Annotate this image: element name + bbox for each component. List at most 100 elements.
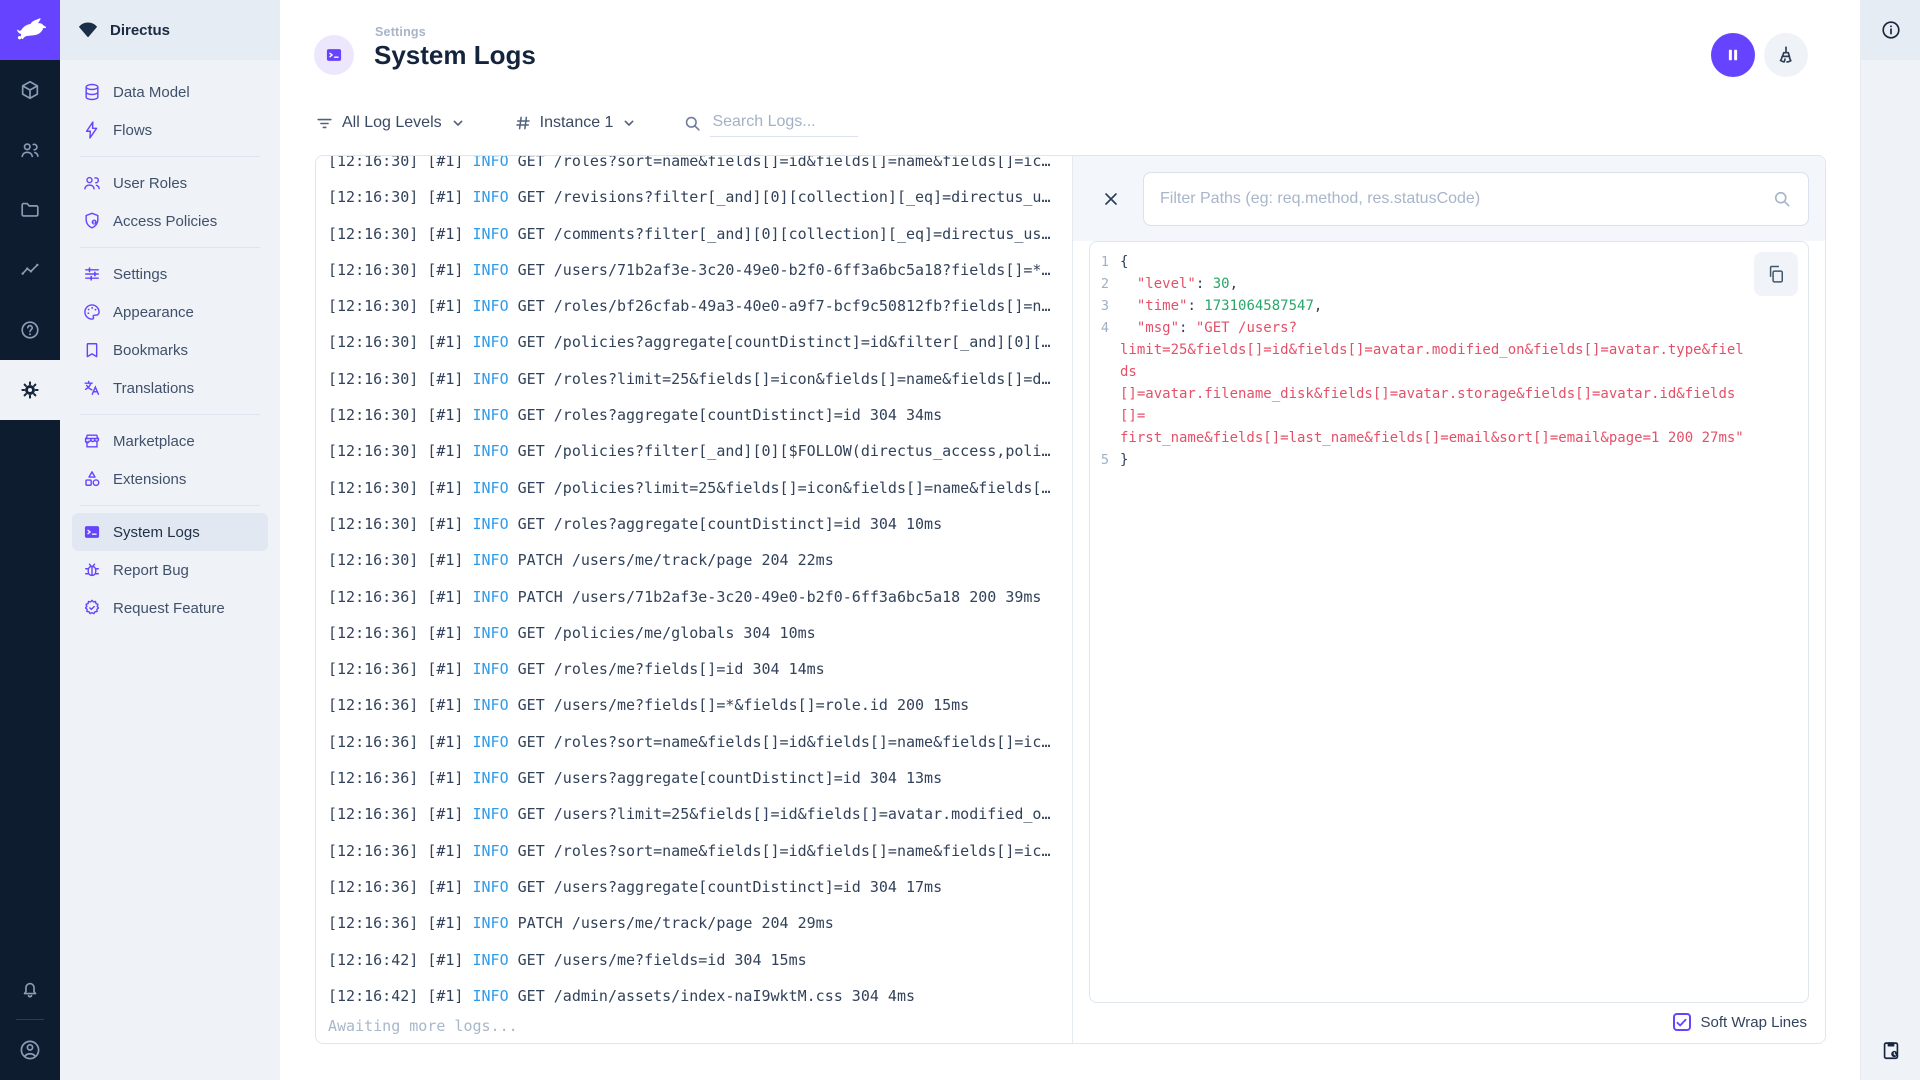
log-row[interactable]: [12:16:36] [#1] INFO GET /users?limit=25… [328, 796, 1072, 832]
log-row[interactable]: [12:16:36] [#1] INFO PATCH /users/me/tra… [328, 905, 1072, 941]
log-row[interactable]: [12:16:36] [#1] INFO GET /roles?sort=nam… [328, 724, 1072, 760]
module-help[interactable] [0, 300, 60, 360]
database-icon [82, 82, 102, 102]
log-row[interactable]: [12:16:30] [#1] INFO GET /comments?filte… [328, 216, 1072, 252]
log-row[interactable]: [12:16:30] [#1] INFO GET /users/71b2af3e… [328, 252, 1072, 288]
sidebar-item-flows[interactable]: Flows [72, 111, 268, 149]
detail-toolbar [1073, 156, 1825, 241]
sidebar-divider [80, 156, 260, 157]
log-row[interactable]: [12:16:30] [#1] INFO GET /policies?filte… [328, 433, 1072, 469]
log-search [683, 109, 859, 137]
log-row[interactable]: [12:16:42] [#1] INFO GET /users/me?field… [328, 942, 1072, 978]
filter-paths-input[interactable] [1160, 189, 1762, 208]
sidebar-item-label: User Roles [113, 174, 188, 192]
info-sidebar-button[interactable] [1861, 0, 1920, 60]
log-level-badge: INFO [472, 986, 509, 1005]
breadcrumb[interactable]: Settings [375, 25, 426, 39]
soft-wrap-toggle[interactable]: Soft Wrap Lines [1672, 1009, 1807, 1035]
log-message: GET /roles?aggregate[countDistinct]=id 3… [508, 514, 943, 533]
log-row[interactable]: [12:16:36] [#1] INFO GET /roles?sort=nam… [328, 833, 1072, 869]
log-row[interactable]: [12:16:30] [#1] INFO PATCH /users/me/tra… [328, 542, 1072, 578]
log-row[interactable]: [12:16:36] [#1] INFO GET /users?aggregat… [328, 869, 1072, 905]
cube-icon [19, 79, 41, 101]
sidebar-item-data-model[interactable]: Data Model [72, 73, 268, 111]
chevron-down-icon [621, 115, 637, 131]
search-icon [683, 114, 702, 133]
sidebar-item-label: Report Bug [113, 561, 189, 579]
tune-icon [82, 264, 102, 284]
code-line: 2 "level": 30, [1090, 273, 1752, 295]
directus-rabbit-logo[interactable] [0, 0, 60, 60]
log-row[interactable]: [12:16:30] [#1] INFO GET /roles?limit=25… [328, 361, 1072, 397]
module-users[interactable] [0, 120, 60, 180]
right-sidebar-strip [1860, 0, 1920, 1080]
log-detail-panel: 1{2 "level": 30,3 "time": 1731064587547,… [1073, 156, 1825, 1043]
sidebar-item-label: Translations [113, 379, 195, 397]
activity-log-button[interactable] [1861, 1020, 1920, 1080]
sidebar-item-bookmarks[interactable]: Bookmarks [72, 331, 268, 369]
palette-icon [82, 302, 102, 322]
sidebar-item-appearance[interactable]: Appearance [72, 293, 268, 331]
module-content[interactable] [0, 60, 60, 120]
close-detail-button[interactable] [1089, 177, 1133, 221]
log-row[interactable]: [12:16:36] [#1] INFO GET /users/me?field… [328, 687, 1072, 723]
log-row[interactable]: [12:16:30] [#1] INFO GET /roles?sort=nam… [328, 156, 1072, 179]
line-number: 4 [1100, 320, 1109, 336]
sidebar-item-marketplace[interactable]: Marketplace [72, 422, 268, 460]
log-message: GET /users/me?fields=id 304 15ms [508, 950, 807, 969]
log-row[interactable]: [12:16:30] [#1] INFO GET /roles?aggregat… [328, 397, 1072, 433]
log-level-badge: INFO [472, 224, 509, 243]
log-row[interactable]: [12:16:36] [#1] INFO GET /users?aggregat… [328, 760, 1072, 796]
log-level-badge: INFO [472, 660, 509, 679]
pause-icon [1724, 46, 1742, 64]
module-insights[interactable] [0, 240, 60, 300]
log-row[interactable]: [12:16:42] [#1] INFO GET /admin/assets/i… [328, 978, 1072, 1014]
avatar-icon [18, 1038, 42, 1062]
awaiting-more-logs-text: Awaiting more logs... [328, 1017, 518, 1036]
sidebar-item-system-logs[interactable]: System Logs [72, 513, 268, 551]
project-fan-icon [79, 22, 97, 38]
code-line: 4 "msg": "GET /users? [1090, 317, 1752, 339]
module-settings[interactable] [0, 360, 60, 420]
sidebar-item-extensions[interactable]: Extensions [72, 460, 268, 498]
sidebar-item-user-roles[interactable]: User Roles [72, 164, 268, 202]
log-row[interactable]: [12:16:30] [#1] INFO GET /roles/bf26cfab… [328, 288, 1072, 324]
copy-raw-button[interactable] [1754, 252, 1798, 296]
module-notifications[interactable] [0, 959, 60, 1019]
log-message: GET /revisions?filter[_and][0][collectio… [508, 188, 1051, 207]
log-message: GET /users?aggregate[countDistinct]=id 3… [508, 877, 943, 896]
log-row[interactable]: [12:16:36] [#1] INFO PATCH /users/71b2af… [328, 579, 1072, 615]
line-number: 1 [1100, 254, 1109, 270]
sidebar-item-report-bug[interactable]: Report Bug [72, 551, 268, 589]
sidebar-item-settings[interactable]: Settings [72, 255, 268, 293]
rabbit-icon [17, 18, 47, 40]
sidebar-item-label: Request Feature [113, 599, 225, 617]
clear-logs-button[interactable] [1764, 33, 1808, 77]
pause-logs-button[interactable] [1711, 33, 1755, 77]
log-row[interactable]: [12:16:30] [#1] INFO GET /roles?aggregat… [328, 506, 1072, 542]
log-row[interactable]: [12:16:36] [#1] INFO GET /policies/me/gl… [328, 615, 1072, 651]
module-avatar[interactable] [0, 1020, 60, 1080]
page-title: System Logs [374, 40, 536, 70]
sidebar-item-translations[interactable]: Translations [72, 369, 268, 407]
log-row[interactable]: [12:16:30] [#1] INFO GET /revisions?filt… [328, 179, 1072, 215]
sidebar-item-request-feature[interactable]: Request Feature [72, 589, 268, 627]
log-message: GET /policies/me/globals 304 10ms [508, 623, 816, 642]
line-number: 3 [1100, 298, 1109, 314]
log-message: GET /policies?aggregate[countDistinct]=i… [508, 333, 1051, 352]
sidebar-item-access-policies[interactable]: Access Policies [72, 202, 268, 240]
instance-dropdown[interactable]: Instance 1 [514, 114, 638, 132]
log-row[interactable]: [12:16:30] [#1] INFO GET /policies?limit… [328, 470, 1072, 506]
search-logs-input[interactable] [710, 109, 859, 137]
instance-value: Instance 1 [539, 114, 614, 131]
checkbox-checked-icon[interactable] [1672, 1013, 1691, 1031]
log-row[interactable]: [12:16:30] [#1] INFO GET /policies?aggre… [328, 324, 1072, 360]
log-row[interactable]: [12:16:36] [#1] INFO GET /roles/me?field… [328, 651, 1072, 687]
sidebar-item-label: Appearance [113, 303, 194, 321]
module-files[interactable] [0, 180, 60, 240]
log-list-panel[interactable]: [12:16:30] [#1] INFO GET /roles?sort=nam… [316, 156, 1073, 1043]
module-bar-spacer [0, 420, 60, 959]
log-level-dropdown[interactable]: All Log Levels [315, 114, 466, 133]
project-chooser[interactable]: Directus [60, 0, 280, 60]
code-rows: 1{2 "level": 30, 3 "time": 1731064587547,… [1090, 251, 1752, 471]
